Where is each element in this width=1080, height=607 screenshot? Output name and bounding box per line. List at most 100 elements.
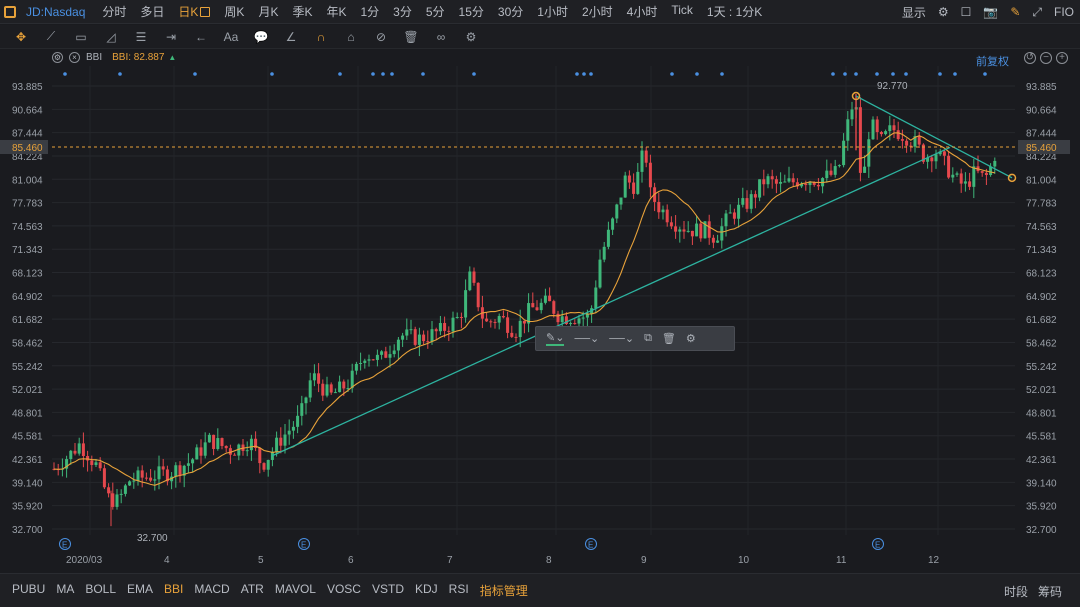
arrow-tool-icon[interactable]: ← — [192, 30, 210, 44]
candle-body — [577, 318, 581, 324]
y-tick-label-left: 52.021 — [12, 385, 43, 396]
candle-body — [678, 229, 682, 232]
indicator-tab[interactable]: MACD — [194, 582, 229, 599]
line-tool-icon[interactable]: ⟋ — [42, 29, 60, 44]
gear-icon[interactable]: ⚙ — [686, 332, 696, 345]
close-icon[interactable]: × — [69, 52, 80, 63]
rect-tool-icon[interactable]: ▭ — [72, 30, 90, 44]
timeframe-tab[interactable]: 4小时 — [627, 3, 658, 20]
timeframe-tab[interactable]: 分时 — [102, 3, 126, 20]
list-tool-icon[interactable]: ☰ — [132, 30, 150, 44]
candle-body — [501, 316, 505, 318]
x-tick-label: 5 — [258, 555, 264, 566]
timeframe-tab[interactable]: 2小时 — [582, 3, 613, 20]
timeframe-tab[interactable]: 1分 — [360, 3, 379, 20]
timeframe-tab[interactable]: 3分 — [393, 3, 412, 20]
symbol-selector[interactable]: JD:Nasdaq — [4, 5, 85, 19]
undo-icon[interactable]: ↺ — [1024, 52, 1036, 64]
candle-body — [422, 334, 426, 342]
candle-body — [514, 336, 518, 338]
candle-body — [308, 380, 312, 398]
candle-body — [569, 323, 573, 325]
hide-icon[interactable]: ⊘ — [372, 30, 390, 44]
indicator-tab[interactable]: RSI — [449, 582, 469, 599]
lock-icon[interactable]: ⌂ — [342, 30, 360, 44]
move-icon[interactable]: ✥ — [12, 30, 30, 44]
settings-icon[interactable]: ⚙ — [462, 30, 480, 44]
indicator-tab[interactable]: VOSC — [327, 582, 361, 599]
candle-body — [669, 222, 673, 227]
timeframe-tab[interactable]: Tick — [671, 3, 693, 20]
timeframe-tab[interactable]: 月K — [258, 3, 278, 20]
candle-body — [300, 403, 304, 416]
zoom-out-icon[interactable]: − — [1040, 52, 1052, 64]
text-tool-icon[interactable]: Aa — [222, 30, 240, 44]
display-menu[interactable]: 显示 — [902, 4, 926, 21]
checkbox-icon[interactable]: ☐ — [961, 5, 972, 19]
line-style-icon[interactable]: ──⌄ — [574, 332, 599, 345]
indicator-tab[interactable]: KDJ — [415, 582, 438, 599]
camera-icon[interactable]: 📷 — [983, 5, 998, 19]
event-dot — [670, 72, 674, 76]
link-icon[interactable]: ∞ — [432, 30, 450, 44]
candle-body — [325, 384, 329, 396]
candle-body — [892, 125, 896, 131]
event-dot — [63, 72, 67, 76]
timeframe-tab[interactable]: 周K — [224, 3, 244, 20]
range-tool-icon[interactable]: ⇥ — [162, 30, 180, 44]
settings-icon[interactable]: ⚙ — [52, 52, 63, 63]
trash-icon[interactable]: 🗑 — [662, 332, 676, 345]
fio-button[interactable]: FIO — [1054, 5, 1074, 19]
y-tick-label-right: 55.242 — [1026, 362, 1057, 373]
timeframe-tab[interactable]: 多日 — [140, 3, 164, 20]
candle-body — [199, 447, 203, 456]
timeframe-tab[interactable]: 1天 : 1分K — [707, 3, 762, 20]
timeframe-tab[interactable]: 季K — [292, 3, 312, 20]
shape-tool-icon[interactable]: ◿ — [102, 30, 120, 44]
fullscreen-icon[interactable]: ⤢ — [1032, 5, 1042, 20]
timeframe-tab[interactable]: 年K — [326, 3, 346, 20]
timeframe-tab[interactable]: 30分 — [498, 3, 523, 20]
indicator-tab[interactable]: ATR — [241, 582, 264, 599]
triangle-up-icon: ▲ — [168, 53, 177, 62]
candle-body — [762, 179, 766, 185]
eraser-icon[interactable]: ∠ — [282, 30, 300, 44]
timeframe-tab[interactable]: 5分 — [426, 3, 445, 20]
candle-body — [732, 212, 736, 219]
candle-body — [497, 316, 501, 323]
candle-body — [623, 175, 627, 198]
candle-body — [947, 155, 951, 178]
candle-body — [216, 438, 220, 449]
timeframe-tab[interactable]: 15分 — [459, 3, 484, 20]
comment-tool-icon[interactable]: 💬 — [252, 30, 270, 44]
candle-body — [144, 477, 148, 479]
indicator-tab[interactable]: VSTD — [372, 582, 404, 599]
copy-icon[interactable]: ⧉ — [644, 332, 652, 345]
indicator-tab[interactable]: MA — [56, 582, 74, 599]
pencil-icon[interactable]: ✎ — [1010, 5, 1020, 19]
zoom-in-icon[interactable]: + — [1056, 52, 1068, 64]
adjust-mode-label[interactable]: 前复权 — [976, 53, 1009, 69]
timeframe-tab[interactable]: 1小时 — [537, 3, 568, 20]
candle-body — [262, 463, 266, 470]
candlestick-chart[interactable]: 93.885 93.88590.664 90.66487.444 87.44484.2… — [0, 49, 1080, 573]
indicator-tab[interactable]: 指标管理 — [480, 582, 528, 599]
trash-icon[interactable]: 🗑 — [402, 30, 420, 44]
line-width-icon[interactable]: ──⌄ — [609, 332, 634, 345]
event-dot — [582, 72, 586, 76]
gear-icon[interactable]: ⚙ — [938, 5, 949, 19]
event-dot — [193, 72, 197, 76]
indicator-tab[interactable]: MAVOL — [275, 582, 316, 599]
chart-area[interactable]: 93.885 93.885 90.664 90.664 87.444 87.444 84.2… — [0, 49, 1080, 573]
indicator-tab[interactable]: EMA — [127, 582, 153, 599]
drawing-toolbar: ✥ ⟋ ▭ ◿ ☰ ⇥ ← Aa 💬 ∠ ∩ ⌂ ⊘ 🗑 ∞ ⚙ — [0, 25, 1080, 49]
indicator-tab[interactable]: PUBU — [12, 582, 45, 599]
session-button[interactable]: 时段 — [1004, 583, 1028, 600]
timeframe-tab[interactable]: 日K — [178, 3, 210, 20]
indicator-tab[interactable]: BOLL — [85, 582, 116, 599]
pen-icon[interactable]: ✎⌄ — [546, 331, 565, 346]
candle-body — [959, 173, 963, 184]
magnet-icon[interactable]: ∩ — [312, 30, 330, 44]
indicator-tab[interactable]: BBI — [164, 582, 183, 599]
chip-button[interactable]: 筹码 — [1038, 583, 1062, 600]
